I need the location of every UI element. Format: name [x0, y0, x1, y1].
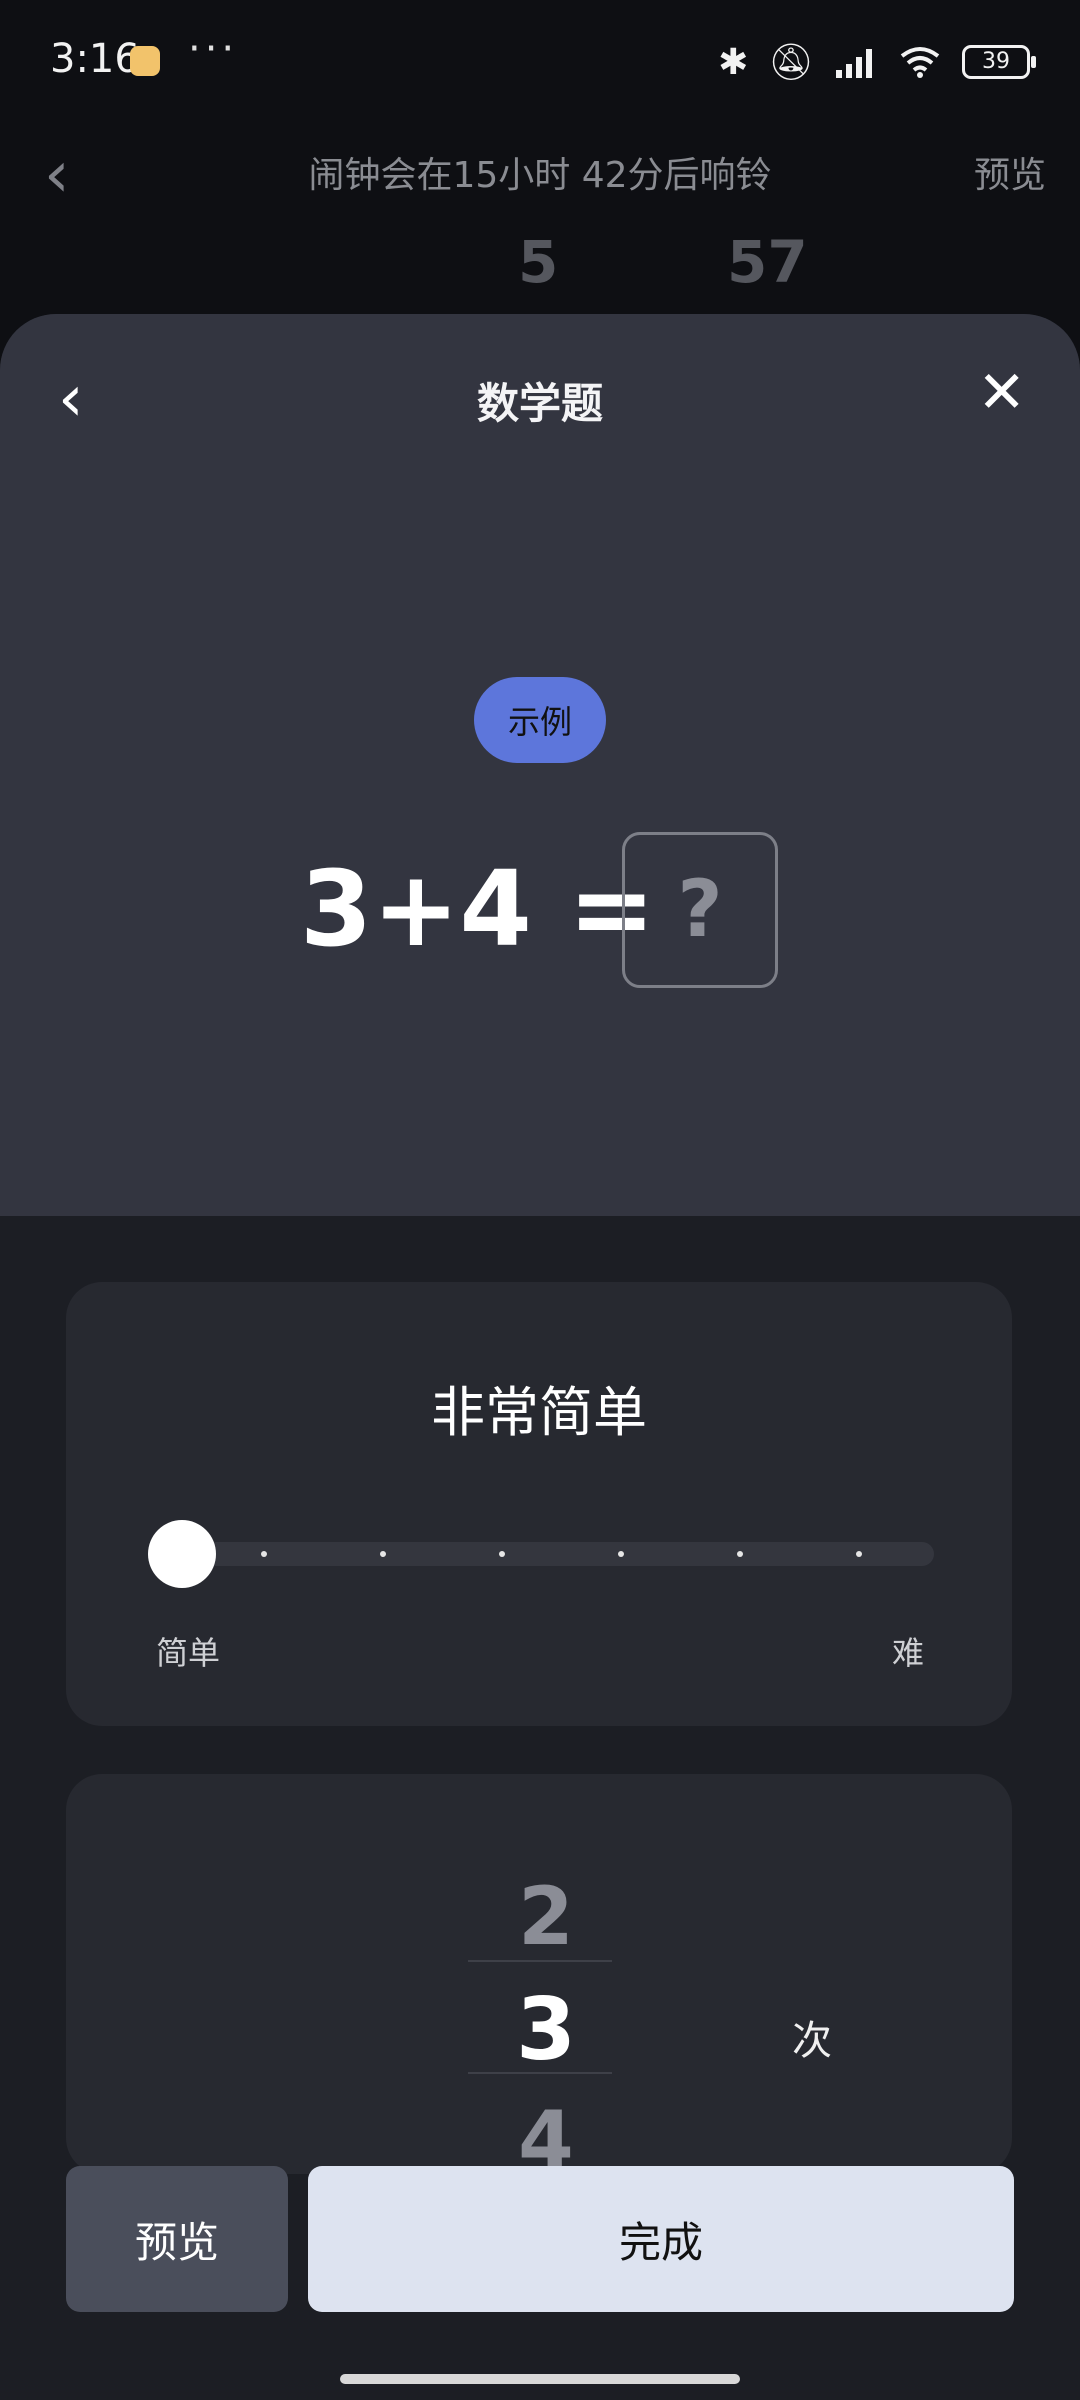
difficulty-card: 非常简单 简单 难 — [66, 1282, 1012, 1726]
difficulty-slider-thumb[interactable] — [148, 1520, 216, 1588]
alarm-countdown-title: 闹钟会在15小时 42分后响铃 — [308, 155, 772, 196]
difficulty-label: 非常简单 — [431, 1381, 647, 1444]
done-button[interactable]: 完成 — [308, 2166, 1014, 2312]
slider-tick — [737, 1551, 743, 1557]
example-badge: 示例 — [474, 677, 606, 763]
difficulty-slider-track[interactable] — [150, 1542, 934, 1566]
slider-min-label: 简单 — [156, 1634, 221, 1672]
slider-tick — [618, 1551, 624, 1557]
wifi-icon — [900, 47, 940, 78]
slider-tick — [261, 1551, 267, 1557]
picker-option-selected[interactable]: 3 — [476, 1980, 616, 2080]
home-indicator[interactable] — [340, 2374, 740, 2384]
preview-link[interactable]: 预览 — [974, 146, 1046, 198]
close-icon[interactable]: ✕ — [977, 358, 1026, 426]
preview-button[interactable]: 预览 — [66, 2166, 288, 2312]
bluetooth-icon: ✱ — [718, 41, 749, 83]
answer-placeholder: ? — [622, 832, 778, 988]
math-mission-sheet: ‹ 数学题 ✕ 示例 3+4 = ? 非常简单 简单 难 2 3 4 次 预览 … — [0, 314, 1080, 2400]
signal-hd-icon — [836, 49, 872, 78]
more-notifications-icon: ··· — [188, 26, 239, 72]
status-bar: 3:16 ··· ✱ 🔕︎ 39 — [0, 0, 1080, 120]
slider-tick — [856, 1551, 862, 1557]
picker-divider — [468, 2072, 612, 2074]
slider-max-label: 难 — [892, 1634, 925, 1672]
battery-icon: 39 — [962, 45, 1036, 79]
example-equation: 3+4 = — [300, 848, 656, 970]
slider-tick — [499, 1551, 505, 1557]
picker-option-prev[interactable]: 2 — [476, 1870, 616, 1963]
picker-divider — [468, 1960, 612, 1962]
minute-peek: 57 — [727, 228, 808, 296]
status-icons: ✱ 🔕︎ 39 — [718, 36, 1036, 88]
sheet-title: 数学题 — [476, 379, 603, 428]
app-notification-icon — [130, 46, 160, 76]
example-area: ‹ 数学题 ✕ 示例 3+4 = ? — [0, 314, 1080, 1216]
picker-option-next[interactable]: 4 — [476, 2094, 616, 2174]
hour-peek: 5 — [518, 228, 559, 296]
problem-count-card: 2 3 4 次 — [66, 1774, 1012, 2174]
status-time: 3:16 — [50, 36, 140, 82]
slider-tick — [380, 1551, 386, 1557]
count-unit-label: 次 — [792, 2018, 832, 2064]
bell-off-icon: 🔕︎ — [768, 42, 814, 83]
